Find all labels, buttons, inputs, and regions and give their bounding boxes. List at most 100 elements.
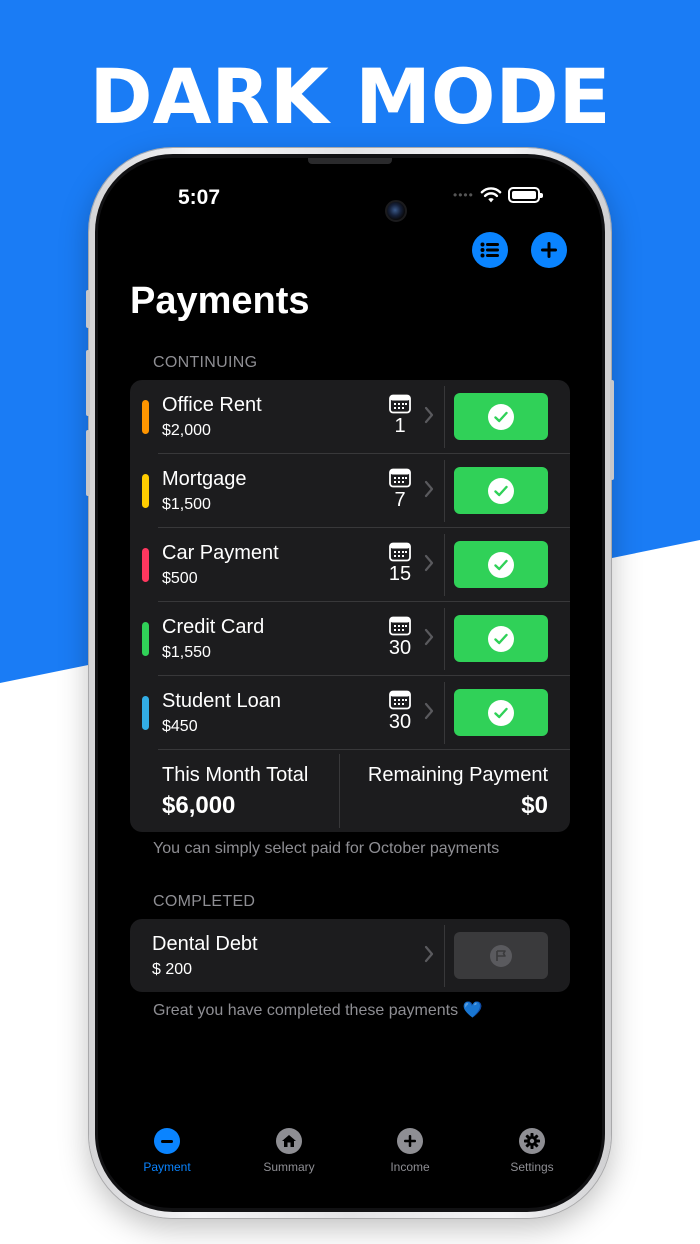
calendar-icon	[389, 690, 411, 710]
mark-paid-button[interactable]	[454, 689, 548, 736]
status-indicators: ••••	[453, 186, 543, 204]
category-color-bar	[142, 548, 149, 582]
tab-label-settings: Settings	[510, 1160, 554, 1174]
calendar-icon	[389, 394, 411, 414]
calendar-icon	[389, 616, 411, 636]
payment-name: Office Rent	[162, 394, 262, 416]
chevron-right-icon	[424, 702, 434, 720]
due-day: 15	[388, 563, 412, 585]
chevron-right-icon	[424, 554, 434, 572]
mark-paid-button[interactable]	[454, 541, 548, 588]
tab-bar: Payment Summary Income Settings	[98, 1128, 602, 1188]
calendar-icon	[389, 542, 411, 562]
mark-paid-button[interactable]	[454, 615, 548, 662]
calendar-icon	[389, 468, 411, 488]
phone-volume-up	[86, 350, 90, 416]
payment-amount: $500	[162, 570, 198, 587]
add-payment-button[interactable]	[531, 232, 567, 268]
banner-headline: DARK MODE	[89, 52, 611, 141]
plus-circle-icon	[397, 1128, 423, 1154]
checkmark-circle-icon	[488, 625, 514, 652]
chevron-right-icon	[424, 480, 434, 498]
gear-icon	[519, 1128, 545, 1154]
month-total-value: $6,000	[162, 792, 236, 819]
tab-settings[interactable]: Settings	[477, 1128, 587, 1174]
section-label-completed: COMPLETED	[153, 893, 256, 910]
earpiece	[308, 158, 392, 164]
row-divider	[444, 386, 445, 448]
front-camera	[385, 200, 407, 222]
payment-amount: $2,000	[162, 422, 211, 439]
payment-name: Car Payment	[162, 542, 279, 564]
section-label-continuing: CONTINUING	[153, 354, 258, 371]
row-divider	[444, 460, 445, 522]
category-color-bar	[142, 696, 149, 730]
remaining-payment-value: $0	[521, 792, 548, 819]
list-icon	[480, 242, 499, 258]
tab-label-payment: Payment	[143, 1160, 191, 1174]
completed-name: Dental Debt	[152, 933, 258, 955]
totals-divider	[339, 754, 340, 828]
continuing-card: Office Rent $2,000 1 Mortgage $1,500 7 C…	[130, 380, 570, 832]
checkmark-circle-icon	[488, 699, 514, 726]
payment-amount: $1,500	[162, 496, 211, 513]
mark-paid-button[interactable]	[454, 393, 548, 440]
month-total-label: This Month Total	[162, 764, 309, 786]
mark-paid-button[interactable]	[454, 467, 548, 514]
payment-row[interactable]: Credit Card $1,550 30	[130, 602, 570, 676]
checkmark-circle-icon	[488, 477, 514, 504]
status-time: 5:07	[178, 186, 221, 209]
remaining-payment-label: Remaining Payment	[367, 764, 548, 786]
category-color-bar	[142, 400, 149, 434]
checkmark-circle-icon	[488, 403, 514, 430]
tab-income[interactable]: Income	[355, 1128, 465, 1174]
payment-row[interactable]: Office Rent $2,000 1	[130, 380, 570, 454]
tab-summary[interactable]: Summary	[234, 1128, 344, 1174]
completed-row[interactable]: Dental Debt $ 200	[130, 919, 570, 992]
payment-amount: $1,550	[162, 644, 211, 661]
battery-icon	[507, 187, 543, 203]
wifi-icon	[480, 187, 502, 203]
due-day: 7	[394, 489, 406, 511]
checkmark-circle-icon	[488, 551, 514, 578]
list-button[interactable]	[472, 232, 508, 268]
payment-row[interactable]: Mortgage $1,500 7	[130, 454, 570, 528]
continuing-footnote: You can simply select paid for October p…	[153, 840, 500, 857]
chevron-right-icon	[424, 945, 434, 963]
row-divider	[444, 682, 445, 744]
plus-icon	[541, 242, 557, 258]
minus-circle-icon	[154, 1128, 180, 1154]
payment-row[interactable]: Student Loan $450 30	[130, 676, 570, 750]
signal-icon: ••••	[453, 188, 474, 202]
payment-name: Student Loan	[162, 690, 281, 712]
tab-label-income: Income	[390, 1160, 430, 1174]
completed-amount: $ 200	[152, 961, 193, 978]
category-color-bar	[142, 474, 149, 508]
flag-circle-icon	[490, 944, 512, 967]
phone-power-button	[610, 380, 614, 480]
tab-label-summary: Summary	[263, 1160, 315, 1174]
due-day: 30	[388, 637, 412, 659]
payment-row[interactable]: Car Payment $500 15	[130, 528, 570, 602]
row-divider	[444, 608, 445, 670]
phone-silent-switch	[86, 290, 90, 328]
phone-volume-down	[86, 430, 90, 496]
page-title: Payments	[130, 280, 310, 322]
phone-screen: 5:07 •••• Payments CONTINUING Office Ren…	[98, 158, 602, 1208]
totals-row: This Month Total $6,000 Remaining Paymen…	[130, 750, 570, 832]
house-icon	[276, 1128, 302, 1154]
chevron-right-icon	[424, 406, 434, 424]
completed-card: Dental Debt $ 200	[130, 919, 570, 992]
chevron-right-icon	[424, 628, 434, 646]
row-divider	[444, 534, 445, 596]
payment-name: Mortgage	[162, 468, 247, 490]
row-divider	[444, 925, 445, 987]
payment-amount: $450	[162, 718, 198, 735]
due-day: 30	[388, 711, 412, 733]
completed-footnote: Great you have completed these payments …	[153, 1002, 483, 1019]
category-color-bar	[142, 622, 149, 656]
completed-flag-button[interactable]	[454, 932, 548, 979]
tab-payment[interactable]: Payment	[112, 1128, 222, 1174]
payment-name: Credit Card	[162, 616, 265, 638]
due-day: 1	[394, 415, 406, 437]
